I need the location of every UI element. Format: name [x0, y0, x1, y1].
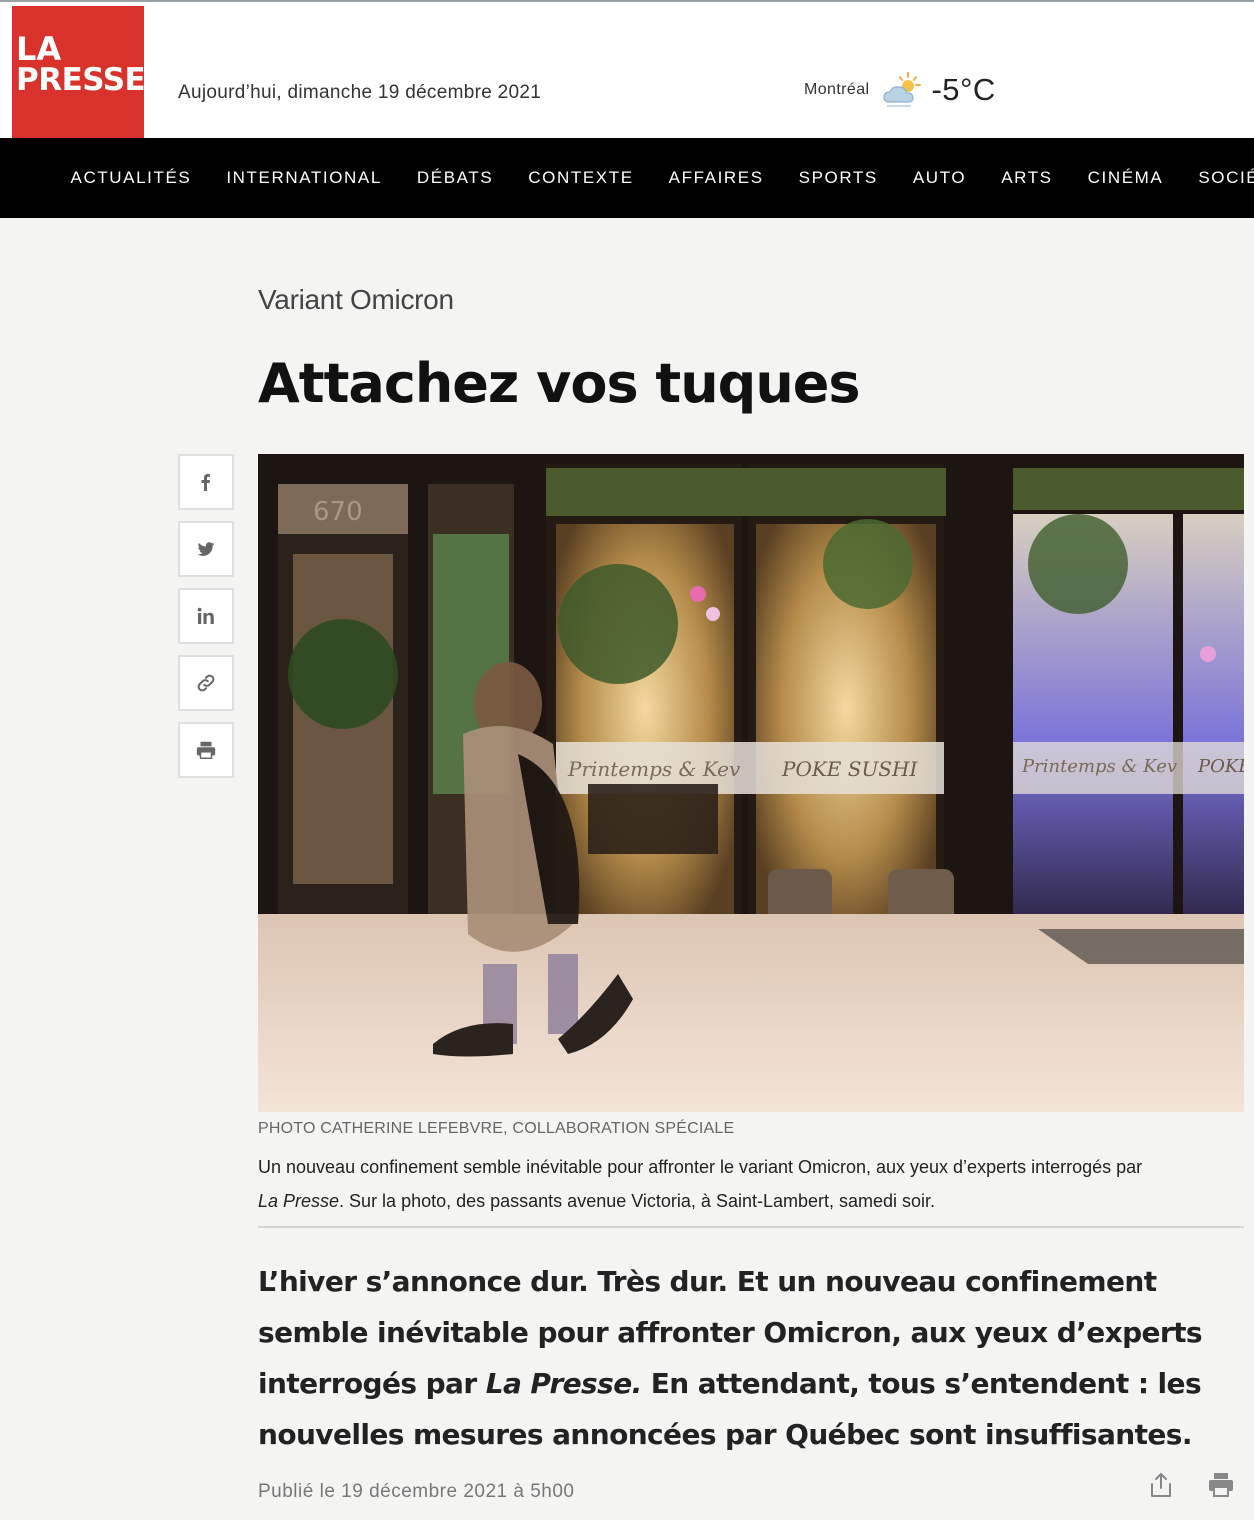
print-button[interactable] [178, 722, 234, 778]
nav-item-societe[interactable]: SOCIÉTÉ [1181, 168, 1254, 188]
photo-sign-1: Printemps & Kev [567, 757, 741, 781]
partly-cloudy-icon [883, 72, 922, 107]
share-facebook-button[interactable] [178, 454, 234, 510]
copy-link-button[interactable] [178, 655, 234, 711]
la-presse-logo[interactable]: LA PRESSE [12, 6, 146, 138]
share-icon[interactable] [1146, 1470, 1176, 1500]
photo-address-number: 670 [313, 497, 363, 527]
caption-text-1: Un nouveau confinement semble inévitable… [258, 1157, 1143, 1177]
share-bar [178, 454, 234, 789]
nav-item-contexte[interactable]: CONTEXTE [511, 168, 651, 188]
logo-line-1: LA [16, 30, 62, 68]
photo-caption: Un nouveau confinement semble inévitable… [258, 1150, 1188, 1218]
nav-item-arts[interactable]: ARTS [984, 168, 1070, 188]
print-icon[interactable] [1206, 1470, 1236, 1500]
nav-item-international[interactable]: INTERNATIONAL [209, 168, 400, 188]
article-lead: L’hiver s’annonce dur. Très dur. Et un n… [258, 1256, 1238, 1460]
photo-credit: PHOTO CATHERINE LEFEBVRE, COLLABORATION … [258, 1120, 735, 1137]
nav-item-affaires[interactable]: AFFAIRES [651, 168, 781, 188]
photo-sign-2: POKE SUSHI [781, 757, 918, 781]
caption-text-2: . Sur la photo, des passants avenue Vict… [339, 1191, 936, 1211]
nav-item-cinema[interactable]: CINÉMA [1070, 168, 1181, 188]
weather-temperature: -5°C [931, 72, 996, 107]
storefront-photo: 670 Printemps & Kev POKE SUSHI Printemps… [258, 454, 1244, 1112]
photo-sign-3: Printemps & Kev [1021, 756, 1177, 777]
divider [258, 1226, 1244, 1228]
nav-item-sports[interactable]: SPORTS [781, 168, 895, 188]
article-title: Attachez vos tuques [258, 352, 861, 415]
current-date: Aujourd’hui, dimanche 19 décembre 2021 [178, 82, 542, 103]
caption-publication-name: La Presse [258, 1191, 340, 1211]
publication-date: Publié le 19 décembre 2021 à 5h00 [258, 1481, 575, 1502]
weather-city: Montréal [804, 81, 870, 98]
link-icon [197, 674, 215, 692]
twitter-icon [197, 542, 215, 556]
lead-publication-name: La Presse. [485, 1367, 643, 1400]
photo-sign-4: POKE [1197, 756, 1244, 777]
site-header: LA PRESSE Aujourd’hui, dimanche 19 décem… [0, 0, 1254, 138]
weather-widget[interactable]: Montréal -5°C [804, 68, 996, 112]
share-linkedin-button[interactable] [178, 588, 234, 644]
article-tools [1146, 1470, 1236, 1500]
main-nav: ACTUALITÉS INTERNATIONAL DÉBATS CONTEXTE… [0, 138, 1254, 218]
share-twitter-button[interactable] [178, 521, 234, 577]
article-photo[interactable]: 670 Printemps & Kev POKE SUSHI Printemps… [258, 454, 1244, 1112]
nav-item-debats[interactable]: DÉBATS [399, 168, 510, 188]
nav-item-actualites[interactable]: ACTUALITÉS [53, 168, 209, 188]
print-icon [196, 741, 216, 759]
nav-item-auto[interactable]: AUTO [895, 168, 983, 188]
logo-line-2: PRESSE [16, 62, 146, 98]
facebook-icon [201, 474, 210, 491]
linkedin-icon [197, 607, 214, 624]
article-section-label[interactable]: Variant Omicron [258, 284, 454, 316]
